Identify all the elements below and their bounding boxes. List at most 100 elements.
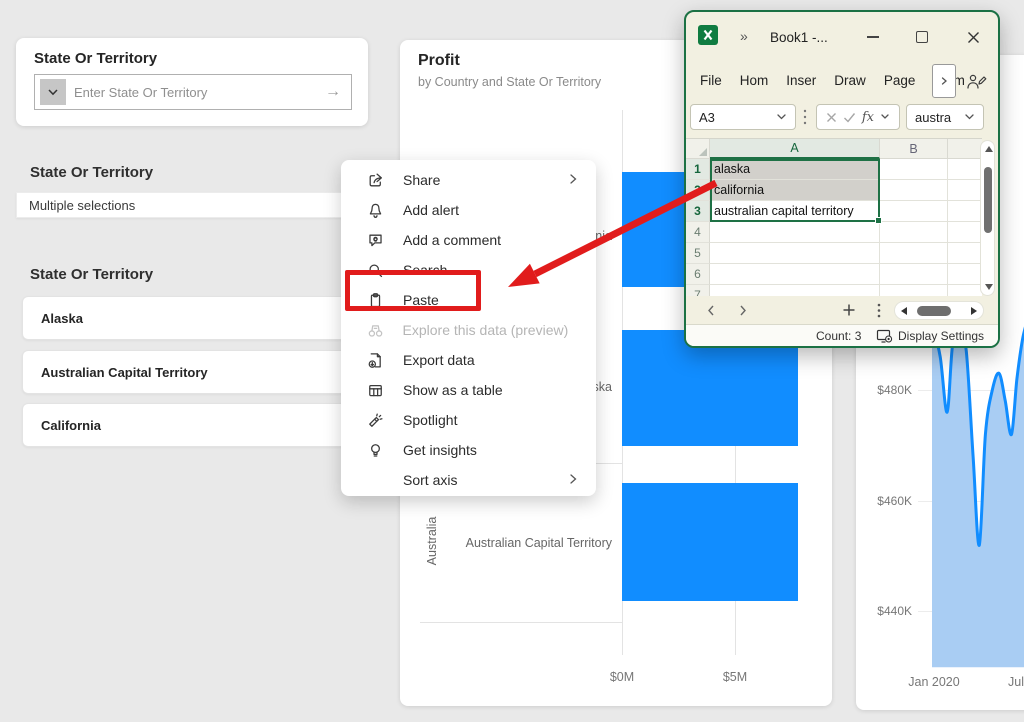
- share-icon: [367, 172, 389, 189]
- paste-icon: [367, 292, 389, 309]
- formula-bar: fx: [816, 104, 900, 130]
- row-header-1[interactable]: 1: [686, 159, 710, 180]
- search-icon: [367, 262, 389, 279]
- spreadsheet-grid: A B 1alaska 2california 3australian capi…: [686, 138, 982, 296]
- minimize-button[interactable]: [861, 26, 885, 48]
- tab-draw[interactable]: Draw: [834, 73, 866, 88]
- area-fill: [932, 318, 1024, 667]
- cell-b2[interactable]: [880, 180, 948, 201]
- previous-sheet-icon[interactable]: [706, 304, 716, 317]
- context-menu: Share Add alert Add a comment Search Pas…: [341, 160, 596, 496]
- column-header-b[interactable]: B: [880, 139, 948, 159]
- column-header-partial[interactable]: [948, 139, 982, 159]
- comment-icon: [367, 232, 389, 249]
- menu-item-explore-this-data[interactable]: Explore this data (preview): [341, 315, 596, 345]
- formula-bar-divider-dots[interactable]: [802, 106, 808, 133]
- cell-a2[interactable]: california: [710, 180, 880, 201]
- arrow-right-icon[interactable]: →: [325, 83, 341, 101]
- power-bi-report-page: State Or Territory → State Or Territory …: [0, 0, 1024, 722]
- sheet-options-dots-icon[interactable]: [876, 302, 882, 319]
- search-input[interactable]: [66, 85, 325, 100]
- binoculars-icon: [367, 322, 389, 339]
- scroll-up-icon[interactable]: [985, 146, 993, 152]
- group-separator: [420, 622, 622, 623]
- status-count: Count: 3: [816, 329, 861, 343]
- slicer-search-title: State Or Territory: [34, 50, 157, 67]
- slicer-item-california[interactable]: California: [22, 403, 368, 447]
- ribbon-tabs: File Hom Inser Draw Page Form: [700, 70, 920, 90]
- vertical-scrollbar[interactable]: [980, 140, 995, 296]
- maximize-button[interactable]: [910, 26, 934, 48]
- close-button[interactable]: [961, 26, 985, 48]
- scroll-down-icon[interactable]: [985, 284, 993, 290]
- fill-handle[interactable]: [875, 217, 882, 224]
- menu-item-get-insights[interactable]: Get insights: [341, 435, 596, 465]
- menu-item-show-as-a-table[interactable]: Show as a table: [341, 375, 596, 405]
- excel-status-bar: Count: 3 Display Settings: [686, 324, 998, 346]
- excel-logo-icon: [698, 25, 718, 45]
- slicer-dropdown-value[interactable]: Multiple selections: [16, 192, 370, 218]
- menu-item-export-data[interactable]: Export data: [341, 345, 596, 375]
- sheet-navigation: [686, 298, 998, 324]
- menu-item-search[interactable]: Search: [341, 255, 596, 285]
- row-header-3[interactable]: 3: [686, 201, 710, 222]
- xtick-5m: $5M: [705, 670, 765, 684]
- bar-act[interactable]: [622, 483, 798, 601]
- cell-b3[interactable]: [880, 201, 948, 222]
- row-header-6[interactable]: 6: [686, 264, 710, 285]
- cell-b1[interactable]: [880, 159, 948, 180]
- scroll-left-icon[interactable]: [901, 307, 907, 315]
- chevron-down-icon[interactable]: [40, 79, 66, 105]
- display-settings-icon: [876, 328, 893, 344]
- slicer-dropdown-title: State Or Territory: [30, 164, 153, 181]
- slicer-item-alaska[interactable]: Alaska: [22, 296, 368, 340]
- add-sheet-icon[interactable]: [842, 303, 856, 317]
- bar-chart-subtitle: by Country and State Or Territory: [418, 75, 601, 89]
- menu-item-spotlight[interactable]: Spotlight: [341, 405, 596, 435]
- display-settings-label[interactable]: Display Settings: [898, 329, 984, 343]
- vertical-scroll-thumb[interactable]: [984, 167, 992, 233]
- fx-icon[interactable]: fx: [862, 110, 874, 125]
- xtick-0m: $0M: [592, 670, 652, 684]
- tab-home[interactable]: Hom: [740, 73, 769, 88]
- column-header-a[interactable]: A: [710, 139, 880, 159]
- cell-a1[interactable]: alaska: [710, 159, 880, 180]
- tab-insert[interactable]: Inser: [786, 73, 816, 88]
- cancel-entry-icon[interactable]: [826, 112, 837, 123]
- horizontal-scrollbar[interactable]: [894, 301, 984, 320]
- next-sheet-icon[interactable]: [738, 304, 748, 317]
- cell-a3[interactable]: australian capital territory: [710, 201, 880, 222]
- select-all-corner[interactable]: [686, 139, 710, 159]
- chevron-down-icon[interactable]: [880, 113, 890, 121]
- name-box[interactable]: A3: [690, 104, 796, 130]
- menu-item-sort-axis[interactable]: Sort axis: [341, 465, 596, 495]
- menu-item-add-a-comment[interactable]: Add a comment: [341, 225, 596, 255]
- tab-page-layout[interactable]: Page: [884, 73, 916, 88]
- excel-window: » Book1 -... File Hom Inser Draw Page Fo…: [684, 10, 1000, 348]
- scroll-right-icon[interactable]: [971, 307, 977, 315]
- titlebar-overflow-chevron[interactable]: »: [740, 28, 748, 44]
- category-label-act: Australian Capital Territory: [412, 536, 612, 552]
- slicer-search-box: →: [34, 74, 352, 110]
- slicer-list-title: State Or Territory: [30, 266, 153, 283]
- export-data-icon: [367, 352, 389, 369]
- row-header-5[interactable]: 5: [686, 243, 710, 264]
- bell-icon: [367, 202, 389, 219]
- user-editing-icon[interactable]: [964, 72, 988, 97]
- menu-item-share[interactable]: Share: [341, 165, 596, 195]
- chevron-right-icon: [568, 472, 580, 488]
- menu-item-add-alert[interactable]: Add alert: [341, 195, 596, 225]
- cell-content-preview[interactable]: austra: [906, 104, 984, 130]
- tab-file[interactable]: File: [700, 73, 722, 88]
- row-header-4[interactable]: 4: [686, 222, 710, 243]
- menu-item-paste[interactable]: Paste: [341, 285, 596, 315]
- ribbon-more-button[interactable]: [932, 64, 956, 98]
- slicer-item-australian-capital-territory[interactable]: Australian Capital Territory: [22, 350, 368, 394]
- confirm-entry-icon[interactable]: [843, 112, 856, 123]
- bar-chart-title: Profit: [418, 52, 460, 70]
- spotlight-icon: [367, 412, 389, 429]
- lightbulb-icon: [367, 442, 389, 459]
- row-header-2[interactable]: 2: [686, 180, 710, 201]
- row-header-7[interactable]: 7: [686, 285, 710, 296]
- horizontal-scroll-thumb[interactable]: [917, 306, 951, 316]
